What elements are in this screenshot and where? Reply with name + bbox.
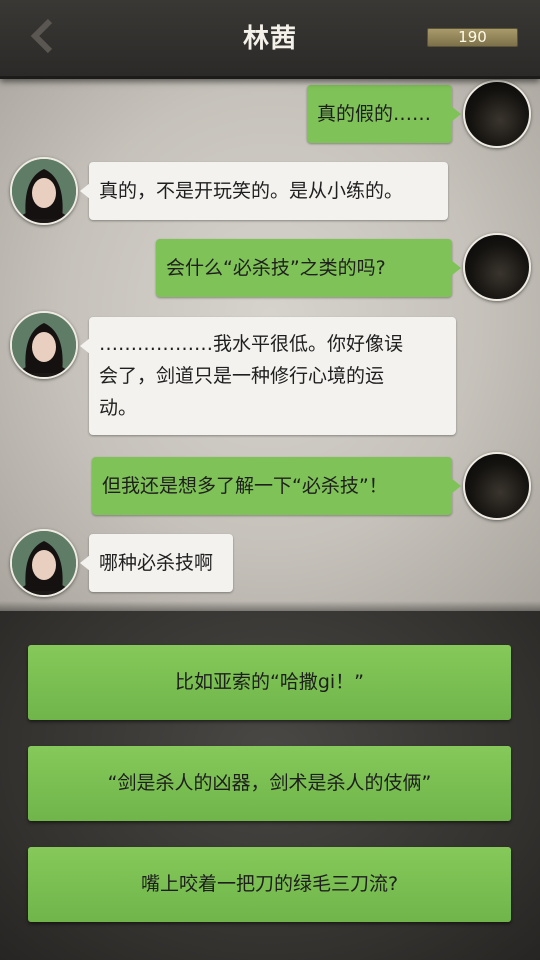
player-message: 真的假的……	[307, 85, 461, 143]
npc-portrait	[12, 531, 76, 595]
top-bar: 林茜 190	[0, 0, 540, 79]
message-text: 真的，不是开玩笑的。是从小练的。	[99, 180, 404, 202]
score-badge: 190	[427, 28, 518, 47]
chat-log[interactable]: 真的假的…… 真的，不是开玩笑的。是从小练的。 会什么“必杀技”之类的吗? ………	[0, 76, 540, 611]
npc-message: ………………我水平很低。你好像误 会了，剑道只是一种修行心境的运 动。	[80, 317, 456, 435]
message-text: 哪种必杀技啊	[99, 552, 214, 574]
player-message: 会什么“必杀技”之类的吗?	[156, 239, 461, 297]
player-avatar	[463, 452, 531, 520]
message-line: ………………我水平很低。你好像误	[99, 333, 404, 355]
reply-option-3[interactable]: 嘴上咬着一把刀的绿毛三刀流?	[28, 847, 511, 922]
npc-portrait	[12, 313, 76, 377]
reply-option-2[interactable]: “剑是杀人的凶器，剑术是杀人的伎俩”	[28, 746, 511, 821]
npc-portrait	[12, 159, 76, 223]
player-message: 但我还是想多了解一下“必杀技”！	[92, 457, 461, 515]
player-avatar	[463, 80, 531, 148]
npc-avatar	[10, 529, 78, 597]
message-text: 会什么“必杀技”之类的吗?	[166, 257, 386, 279]
reply-option-1[interactable]: 比如亚索的“哈撒gi！”	[28, 645, 511, 720]
npc-message: 真的，不是开玩笑的。是从小练的。	[80, 162, 448, 220]
message-line: 动。	[99, 397, 138, 419]
message-line: 会了，剑道只是一种修行心境的运	[99, 365, 385, 387]
npc-avatar	[10, 311, 78, 379]
npc-message: 哪种必杀技啊	[80, 534, 233, 592]
npc-avatar	[10, 157, 78, 225]
player-avatar	[463, 233, 531, 301]
reply-options-panel: 比如亚索的“哈撒gi！” “剑是杀人的凶器，剑术是杀人的伎俩” 嘴上咬着一把刀的…	[0, 611, 540, 960]
message-text: 真的假的……	[317, 103, 432, 125]
message-text: 但我还是想多了解一下“必杀技”！	[102, 475, 388, 497]
